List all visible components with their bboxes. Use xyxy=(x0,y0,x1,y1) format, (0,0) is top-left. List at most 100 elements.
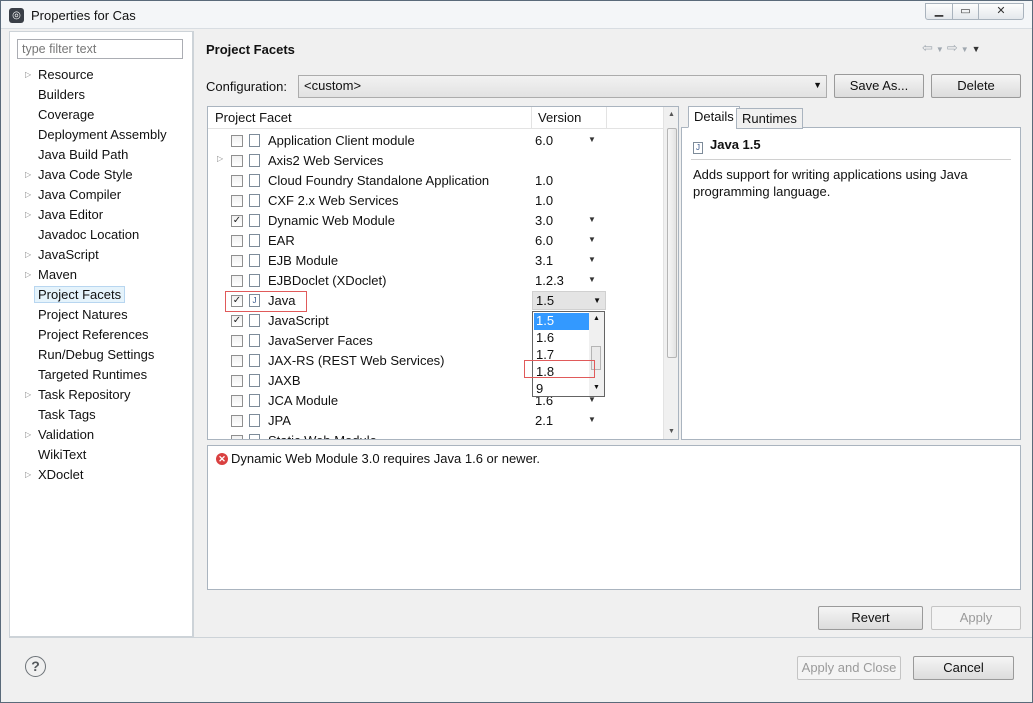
facet-checkbox[interactable] xyxy=(231,235,243,247)
facet-checkbox[interactable] xyxy=(231,135,243,147)
chevron-down-icon[interactable]: ▼ xyxy=(588,255,596,264)
sidebar-item[interactable]: ▷ XDoclet xyxy=(25,465,84,484)
expand-arrow-icon[interactable]: ▷ xyxy=(25,385,38,404)
expand-arrow-icon[interactable]: ▷ xyxy=(25,265,38,284)
facet-checkbox[interactable] xyxy=(231,195,243,207)
chevron-down-icon[interactable]: ▼ xyxy=(588,275,596,284)
sidebar-item[interactable]: ▷ Task Repository xyxy=(25,385,130,404)
expand-arrow-icon[interactable]: ▷ xyxy=(25,185,38,204)
sidebar-item[interactable]: Builders xyxy=(25,85,85,104)
maximize-button[interactable]: ▭ xyxy=(952,3,979,20)
facet-row[interactable]: ▷ Axis2 Web Services xyxy=(208,151,663,171)
facet-checkbox[interactable] xyxy=(231,355,243,367)
sidebar-item[interactable]: Deployment Assembly xyxy=(25,125,167,144)
facet-row[interactable]: EAR 6.0 ▼ xyxy=(208,231,663,251)
sidebar-item[interactable]: WikiText xyxy=(25,445,86,464)
sidebar-item[interactable]: ▷ Java Compiler xyxy=(25,185,121,204)
sidebar-item[interactable]: ▷ Validation xyxy=(25,425,94,444)
facet-row[interactable]: ✓ Dynamic Web Module 3.0 ▼ xyxy=(208,211,663,231)
version-option[interactable]: 1.6 xyxy=(534,330,590,347)
expand-arrow-icon[interactable]: ▷ xyxy=(25,465,38,484)
facet-checkbox[interactable] xyxy=(231,275,243,287)
facet-row[interactable]: JPA 2.1 ▼ xyxy=(208,411,663,431)
facet-checkbox[interactable] xyxy=(231,255,243,267)
facet-checkbox[interactable] xyxy=(231,435,243,439)
facet-row[interactable]: Static Web Module xyxy=(208,431,663,439)
facet-checkbox[interactable] xyxy=(231,335,243,347)
sidebar-item[interactable]: ▷ Maven xyxy=(25,265,77,284)
sidebar-item[interactable]: Project Natures xyxy=(25,305,128,324)
close-button[interactable]: ✕ xyxy=(978,3,1024,20)
version-dropdown-list[interactable]: 1.5 1.6 1.7 1.8 9 ▲ ▼ xyxy=(532,311,605,397)
tab-runtimes[interactable]: Runtimes xyxy=(736,108,803,129)
facet-name: JAX-RS (REST Web Services) xyxy=(268,353,445,368)
dropdown-scrollbar[interactable]: ▲ ▼ xyxy=(589,312,604,396)
facet-row[interactable]: Cloud Foundry Standalone Application 1.0 xyxy=(208,171,663,191)
filter-input[interactable] xyxy=(17,39,183,59)
minimize-button[interactable]: ▁ xyxy=(925,3,953,20)
version-option[interactable]: 1.5 xyxy=(534,313,590,330)
sidebar-item[interactable]: Run/Debug Settings xyxy=(25,345,154,364)
revert-button[interactable]: Revert xyxy=(818,606,923,630)
apply-button[interactable]: Apply xyxy=(931,606,1021,630)
chevron-down-icon[interactable]: ▼ xyxy=(588,235,596,244)
scroll-up-icon[interactable]: ▲ xyxy=(593,315,600,322)
facet-row[interactable]: EJB Module 3.1 ▼ xyxy=(208,251,663,271)
scroll-up-icon[interactable]: ▲ xyxy=(668,111,675,118)
expand-arrow-icon[interactable]: ▷ xyxy=(25,165,38,184)
forward-menu-icon[interactable]: ▼ xyxy=(961,45,972,54)
details-description: Adds support for writing applications us… xyxy=(693,167,968,199)
scroll-down-icon[interactable]: ▼ xyxy=(668,428,675,435)
facet-checkbox[interactable] xyxy=(231,175,243,187)
facet-checkbox[interactable]: ✓ xyxy=(231,315,243,327)
cancel-button[interactable]: Cancel xyxy=(913,656,1014,680)
chevron-down-icon[interactable]: ▼ xyxy=(588,415,596,424)
chevron-down-icon[interactable]: ▼ xyxy=(588,215,596,224)
expand-arrow-icon[interactable]: ▷ xyxy=(217,154,223,163)
facet-checkbox[interactable] xyxy=(231,415,243,427)
scroll-thumb[interactable] xyxy=(667,128,677,358)
configuration-select[interactable]: <custom> ▼ xyxy=(298,75,827,98)
sidebar-item[interactable]: Project References xyxy=(25,325,149,344)
apply-and-close-button[interactable]: Apply and Close xyxy=(797,656,901,680)
delete-button[interactable]: Delete xyxy=(931,74,1021,98)
back-menu-icon[interactable]: ▼ xyxy=(936,45,947,54)
facet-checkbox[interactable] xyxy=(231,155,243,167)
sidebar-item-label: Run/Debug Settings xyxy=(38,347,155,362)
facet-row[interactable]: Application Client module 6.0 ▼ xyxy=(208,131,663,151)
version-option[interactable]: 9 xyxy=(534,381,590,398)
expand-arrow-icon[interactable]: ▷ xyxy=(25,65,38,84)
column-version[interactable]: Version xyxy=(538,110,581,125)
sidebar-item-label: Task Repository xyxy=(38,387,131,402)
sidebar-item[interactable]: Coverage xyxy=(25,105,94,124)
view-menu-icon[interactable]: ▼ xyxy=(972,44,984,54)
back-arrow-icon[interactable]: ⇦ xyxy=(922,40,936,55)
sidebar-item[interactable]: ▷ Resource xyxy=(25,65,94,84)
help-icon[interactable]: ? xyxy=(25,656,46,677)
facets-scrollbar[interactable]: ▲ ▼ xyxy=(663,107,678,439)
sidebar-item[interactable]: Project Facets xyxy=(25,285,126,304)
sidebar-item[interactable]: Javadoc Location xyxy=(25,225,139,244)
sidebar-item[interactable]: ▷ Java Code Style xyxy=(25,165,133,184)
facet-checkbox[interactable] xyxy=(231,395,243,407)
java-version-combo[interactable]: 1.5 ▼ xyxy=(532,291,606,310)
chevron-down-icon[interactable]: ▼ xyxy=(588,135,596,144)
expand-arrow-icon[interactable]: ▷ xyxy=(25,205,38,224)
expand-arrow-icon[interactable]: ▷ xyxy=(25,245,38,264)
facet-checkbox[interactable] xyxy=(231,375,243,387)
facet-checkbox[interactable]: ✓ xyxy=(231,215,243,227)
column-project-facet[interactable]: Project Facet xyxy=(215,110,292,125)
save-as-button[interactable]: Save As... xyxy=(834,74,924,98)
history-nav[interactable]: ⇦▼⇨▼▼ xyxy=(922,40,984,56)
sidebar-item[interactable]: ▷ Java Editor xyxy=(25,205,103,224)
sidebar-item[interactable]: Task Tags xyxy=(25,405,96,424)
sidebar-item[interactable]: Java Build Path xyxy=(25,145,128,164)
sidebar-item[interactable]: Targeted Runtimes xyxy=(25,365,147,384)
sidebar-item[interactable]: ▷ JavaScript xyxy=(25,245,99,264)
forward-arrow-icon[interactable]: ⇨ xyxy=(947,40,961,55)
facet-row[interactable]: EJBDoclet (XDoclet) 1.2.3 ▼ xyxy=(208,271,663,291)
tab-details[interactable]: Details xyxy=(688,106,740,128)
facet-row[interactable]: CXF 2.x Web Services 1.0 xyxy=(208,191,663,211)
scroll-down-icon[interactable]: ▼ xyxy=(593,384,600,391)
expand-arrow-icon[interactable]: ▷ xyxy=(25,425,38,444)
